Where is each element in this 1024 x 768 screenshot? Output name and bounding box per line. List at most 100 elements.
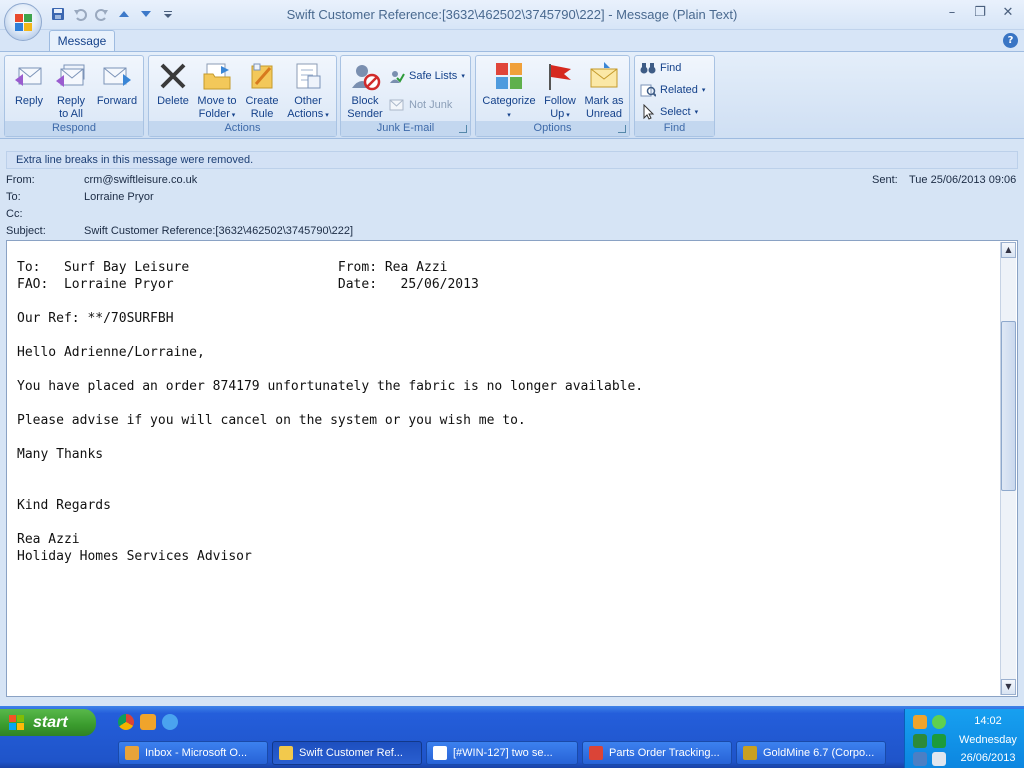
- taskbar-button[interactable]: Parts Order Tracking...: [582, 741, 732, 765]
- block-sender-button[interactable]: Block Sender: [344, 58, 386, 122]
- taskbar-button[interactable]: Swift Customer Ref...: [272, 741, 422, 765]
- scroll-up-icon[interactable]: ▲: [1001, 242, 1016, 258]
- chrome-icon: [589, 746, 603, 760]
- to-label: To:: [6, 191, 21, 203]
- info-bar[interactable]: Extra line breaks in this message were r…: [6, 151, 1018, 169]
- taskbar-button[interactable]: Inbox - Microsoft O...: [118, 741, 268, 765]
- other-actions-button[interactable]: Other Actions ▾: [283, 58, 333, 122]
- volume-tray-icon[interactable]: [932, 752, 946, 766]
- forward-button[interactable]: Forward: [93, 58, 141, 122]
- group-find: Find Related ▾ Select ▾ Find: [634, 55, 715, 137]
- sent-value: Tue 25/06/2013 09:06: [909, 174, 1017, 186]
- goldmine-icon: [743, 746, 757, 760]
- subject-value: Swift Customer Reference:[3632\462502\37…: [84, 225, 354, 237]
- sent-label: Sent:: [872, 174, 898, 186]
- from-label: From:: [6, 174, 35, 186]
- network-tray-icon[interactable]: [913, 752, 927, 766]
- outlook-tray-icon[interactable]: [913, 715, 927, 729]
- ie-icon[interactable]: [162, 714, 178, 730]
- taskbar-button-label: Parts Order Tracking...: [609, 747, 720, 759]
- restore-button[interactable]: ❐: [970, 4, 990, 22]
- reply-icon: [13, 60, 45, 92]
- body-line: [17, 361, 997, 378]
- categorize-icon: [493, 60, 525, 92]
- body-line: Holiday Homes Services Advisor: [17, 549, 252, 564]
- security-tray-icon[interactable]: [932, 734, 946, 748]
- taskbar: start Inbox - Microsoft O... Swift Custom…: [0, 706, 1024, 768]
- group-label-respond: Respond: [5, 121, 143, 136]
- status-tray-icon[interactable]: [932, 715, 946, 729]
- body-line: You have placed an order 874179 unfortun…: [17, 379, 644, 394]
- from-value[interactable]: crm@swiftleisure.co.uk: [84, 174, 197, 186]
- categorize-button[interactable]: Categorize ▾: [479, 58, 539, 122]
- dialog-launcher-icon[interactable]: [459, 125, 467, 133]
- dropdown-caret-icon: ▾: [461, 73, 465, 80]
- cc-label: Cc:: [6, 208, 23, 220]
- clock-date: 26/06/2013: [960, 752, 1016, 764]
- clock-time[interactable]: 14:02: [953, 715, 1023, 727]
- group-label-junk-email: Junk E-mail: [341, 121, 470, 136]
- to-value[interactable]: Lorraine Pryor: [84, 191, 154, 203]
- body-line: [17, 514, 997, 531]
- dialog-launcher-icon[interactable]: [618, 125, 626, 133]
- related-button[interactable]: Related ▾: [640, 80, 705, 100]
- taskbar-button-label: Inbox - Microsoft O...: [145, 747, 248, 759]
- ribbon: Reply Reply to All Forward Respond Delet…: [0, 51, 1024, 139]
- body-line: FAO: Lorraine Pryor Date: 25/06/2013: [17, 277, 479, 292]
- start-button[interactable]: start: [0, 709, 96, 736]
- binoculars-icon: [640, 60, 656, 76]
- help-icon[interactable]: ?: [1003, 33, 1018, 48]
- window-title: Swift Customer Reference:[3632\462502\37…: [286, 7, 738, 22]
- ribbon-tab-row: Message ?: [0, 30, 1024, 52]
- jira-icon: [433, 746, 447, 760]
- taskbar-button[interactable]: GoldMine 6.7 (Corpo...: [736, 741, 886, 765]
- dropdown-caret-icon: ▾: [507, 112, 511, 119]
- sync-tray-icon[interactable]: [913, 734, 927, 748]
- close-button[interactable]: ✕: [998, 4, 1018, 22]
- body-line: Please advise if you will cancel on the …: [17, 413, 526, 428]
- body-line: To: Surf Bay Leisure From: Rea Azzi: [17, 260, 448, 275]
- safe-lists-button[interactable]: Safe Lists ▾: [389, 66, 465, 86]
- reply-button[interactable]: Reply: [9, 58, 49, 122]
- body-line: [17, 327, 997, 344]
- group-options: Categorize ▾ Follow Up ▾ Mark as Unread O…: [475, 55, 630, 137]
- body-line: Rea Azzi: [17, 532, 80, 547]
- reply-all-icon: [55, 60, 87, 92]
- create-rule-button[interactable]: Create Rule: [242, 58, 282, 122]
- message-body-pane[interactable]: To: Surf Bay Leisure From: Rea Azzi FAO: …: [6, 240, 1018, 697]
- scrollbar-thumb[interactable]: [1001, 321, 1016, 491]
- reply-all-button[interactable]: Reply to All: [51, 58, 91, 122]
- taskbar-button[interactable]: [#WIN-127] two se...: [426, 741, 578, 765]
- group-label-actions: Actions: [149, 121, 336, 136]
- office-button[interactable]: [4, 3, 42, 41]
- vertical-scrollbar[interactable]: ▲ ▼: [1000, 242, 1016, 695]
- select-button[interactable]: Select ▾: [640, 102, 698, 122]
- system-tray: 14:02 Wednesday 26/06/2013: [904, 709, 1024, 768]
- outlook-icon: [125, 746, 139, 760]
- find-button[interactable]: Find: [640, 58, 681, 78]
- tab-message[interactable]: Message: [49, 30, 115, 52]
- body-line: Many Thanks: [17, 447, 104, 462]
- message-icon: [279, 746, 293, 760]
- delete-icon: [157, 60, 189, 92]
- body-line: [17, 480, 997, 497]
- taskbar-button-label: [#WIN-127] two se...: [453, 747, 553, 759]
- mark-as-unread-button[interactable]: Mark as Unread: [580, 58, 628, 122]
- office-logo-icon: [15, 14, 33, 32]
- flag-icon: [544, 60, 576, 92]
- windows-logo-icon: [9, 715, 25, 731]
- body-line: [17, 395, 997, 412]
- message-body-text: To: Surf Bay Leisure From: Rea Azzi FAO: …: [17, 259, 997, 565]
- group-label-find: Find: [635, 121, 714, 136]
- outlook-icon[interactable]: [140, 714, 156, 730]
- safe-lists-icon: [389, 68, 405, 84]
- scroll-down-icon[interactable]: ▼: [1001, 679, 1016, 695]
- not-junk-button[interactable]: Not Junk: [389, 95, 452, 115]
- follow-up-button[interactable]: Follow Up ▾: [540, 58, 580, 122]
- move-to-folder-button[interactable]: Move to Folder ▾: [193, 58, 241, 122]
- chrome-icon[interactable]: [118, 714, 134, 730]
- delete-button[interactable]: Delete: [153, 58, 193, 122]
- minimize-button[interactable]: –: [942, 4, 962, 22]
- body-line: [17, 429, 997, 446]
- other-actions-icon: [292, 60, 324, 92]
